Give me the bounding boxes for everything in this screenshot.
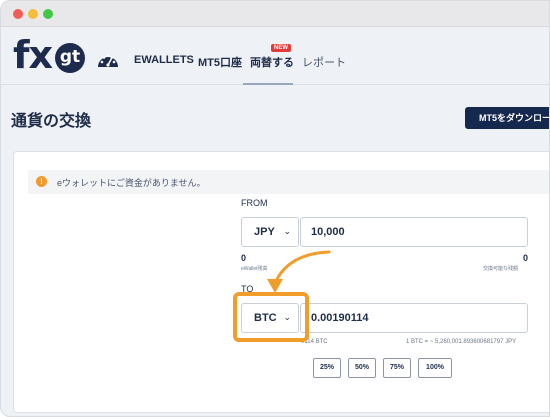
maximize-window-dot[interactable] [43, 9, 53, 19]
curved-arrow-icon [267, 250, 331, 293]
percent-75-button[interactable]: 75% [383, 358, 411, 378]
from-amount-input[interactable]: 10,000 [300, 217, 528, 247]
nav-mt5-account[interactable]: MT5口座 [198, 54, 242, 70]
nav-exchange[interactable]: 両替する [250, 54, 294, 70]
ewallet-balance-value: 0 [241, 253, 247, 263]
from-currency-select[interactable]: JPY ⌄ [241, 217, 299, 247]
percent-100-button[interactable]: 100% [418, 358, 452, 378]
info-icon: ! [36, 176, 47, 187]
to-amount-input[interactable]: 0.00190114 [300, 303, 528, 333]
available-balance-label: 交換可能な残額 [483, 266, 519, 272]
window-titlebar [1, 1, 549, 27]
download-mt5-button[interactable]: MT5をダウンロード [465, 107, 549, 129]
dashboard-speedometer-icon[interactable] [96, 49, 120, 73]
nav-ewallets[interactable]: EWALLETS [134, 54, 194, 66]
browser-window: fx gt EWALLETS MT5口座 両替する NEW レポート 通貨の交換… [0, 0, 550, 417]
currency-select-highlight [233, 292, 309, 342]
exchange-rate-text: 1 BTC = ~ 5,260,001.893600681797 JPY [406, 339, 517, 345]
nav-active-indicator [243, 83, 293, 85]
percent-50-button[interactable]: 50% [348, 358, 376, 378]
minimize-window-dot[interactable] [28, 9, 38, 19]
logo-fx-text: fx [13, 33, 53, 77]
percent-25-button[interactable]: 25% [313, 358, 341, 378]
from-currency-value: JPY [254, 226, 275, 238]
logo-gt-text: gt [55, 43, 85, 73]
fxgt-logo[interactable]: fx gt [13, 33, 85, 77]
page-title: 通貨の交換 [11, 113, 92, 130]
top-navbar: fx gt EWALLETS MT5口座 両替する NEW レポート [1, 27, 549, 85]
new-badge: NEW [271, 44, 291, 52]
close-window-dot[interactable] [13, 9, 23, 19]
chevron-down-icon: ⌄ [283, 226, 291, 236]
from-label: FROM [241, 198, 268, 208]
notice-text: eウォレットにご資金がありません。 [57, 178, 206, 188]
nav-report[interactable]: レポート [302, 54, 346, 70]
available-balance-value: 0 [523, 253, 529, 263]
no-funds-notice: ! eウォレットにご資金がありません。 [28, 170, 549, 194]
